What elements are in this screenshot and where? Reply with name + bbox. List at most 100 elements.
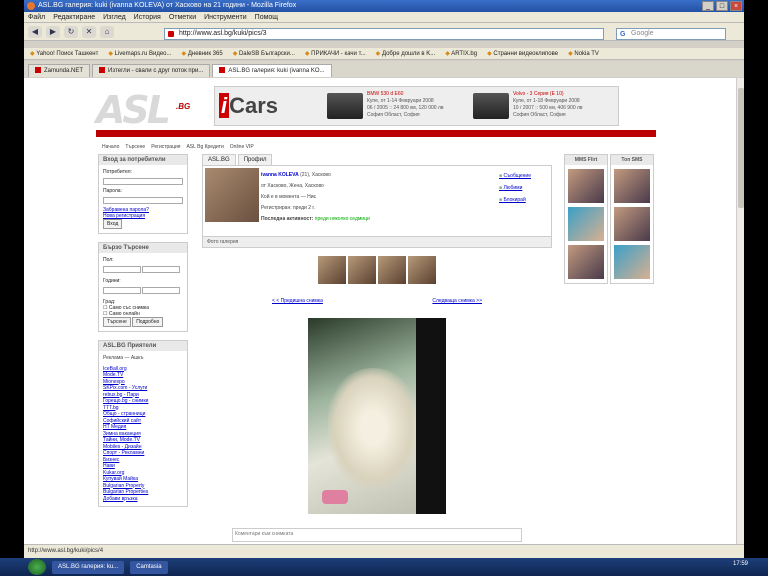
gallery-thumbnail[interactable] [318,256,346,284]
search-input[interactable]: G Google [616,28,726,40]
close-button[interactable]: × [730,1,742,11]
comment-box[interactable]: Коментари към снимката [232,528,522,542]
gender-select[interactable] [103,266,141,273]
firefox-icon [27,2,35,10]
ad-line: 10 / 2007 :: 500 км, 406 900 лв [513,105,583,111]
reload-icon[interactable]: ↻ [64,25,78,38]
bookmark-item[interactable]: Livemaps.ru Видео... [108,48,172,59]
mms-thumbnail[interactable] [568,207,604,241]
minimize-button[interactable]: _ [702,1,714,11]
icars-banner[interactable]: iCars BMW 530 d E60 Купе, от 1-14 Февруа… [214,86,619,126]
taskbar-item[interactable]: Camtasia [130,560,168,574]
tab-strip: Zamunda.NET Изтегли - свали с друг поток… [24,61,744,77]
gallery-thumbnail[interactable] [348,256,376,284]
tab-favicon-icon [219,67,226,74]
status-bar: http://www.asl.bg/kuki/pics/4 [24,544,744,558]
mms-thumbnail[interactable] [568,169,604,203]
back-icon[interactable]: ◀ [28,25,42,38]
menu-edit[interactable]: Редактиране [53,12,95,22]
car-thumbnail[interactable] [327,93,363,119]
nav-link[interactable]: Начало [102,144,119,150]
google-icon: G [620,31,626,38]
profile-age: (21), Хасково [300,172,331,178]
mms-flirt-title: MMS Flirt [565,155,607,165]
menu-bookmarks[interactable]: Отметки [169,12,196,22]
partners-list: Реклама — Ашкъ IceBall.org Mode.TV Mionexp… [99,351,187,506]
tab-zamunda[interactable]: Zamunda.NET [28,64,91,77]
menu-help[interactable]: Помощ [255,12,278,22]
profile-photo[interactable] [205,168,259,222]
gallery-thumbnails [202,256,552,284]
car-thumbnail[interactable] [473,93,509,119]
nav-link[interactable]: ASL Bg Кредити [186,144,223,150]
tab-label: Изтегли - свали с друг поток при... [108,68,204,74]
block-link[interactable]: Блокирай [499,194,531,206]
gallery-thumbnail[interactable] [408,256,436,284]
home-icon[interactable]: ⌂ [100,25,114,38]
right-column: MMS Flirt Топ SMS [564,154,656,284]
bookmark-item[interactable]: Дневник 365 [182,48,223,59]
profile-actions: Съобщение Любими Блокирай [499,170,531,206]
favorite-link[interactable]: Любими [499,182,531,194]
gallery-thumbnail[interactable] [378,256,406,284]
sms-thumbnail[interactable] [613,169,650,203]
next-photo-link[interactable]: Следваща снимка >> [432,298,482,304]
message-link[interactable]: Съобщение [499,170,531,182]
main-photo[interactable] [308,318,446,514]
partner-link[interactable]: Добави връзка [103,496,183,503]
tab-download[interactable]: Изтегли - свали с друг поток при... [92,64,211,77]
forward-icon[interactable]: ▶ [46,25,60,38]
bookmark-item[interactable]: Yahoo! Поиск Ташкент [30,48,98,59]
menu-file[interactable]: Файл [28,12,45,22]
age-to-select[interactable] [142,287,181,294]
nav-link[interactable]: Online VIP [230,144,254,150]
last-active-value: преди няколко седмици [314,216,370,222]
ad-line: София Област, София [367,112,420,118]
tab-asl[interactable]: ASL.BG [202,154,236,165]
login-title: Вход за потребители [99,155,187,165]
menu-history[interactable]: История [134,12,161,22]
page-scrollbar[interactable] [736,78,744,544]
advanced-search-button[interactable]: Подробно [132,317,164,327]
bookmark-item[interactable]: DaleSB Български... [233,48,295,59]
menu-tools[interactable]: Инструменти [204,12,247,22]
profile-card: ivanna KOLEVA (21), Хасково от Хасково, … [202,165,552,237]
user-label: Потребител: [103,169,132,175]
sms-thumbnail[interactable] [613,207,650,241]
mms-thumbnail[interactable] [568,245,604,279]
tab-asl-gallery[interactable]: ASL.BG галерия: kuki (ivanna KO... [212,64,332,77]
username-field[interactable] [103,178,183,185]
url-text: http://www.asl.bg/kuki/pics/3 [179,30,267,37]
password-field[interactable] [103,197,183,204]
bookmark-item[interactable]: Добре дошли в K... [376,48,435,59]
ad-line: Купе, от 1-18 Февруари 2008 [513,98,580,104]
profile-name[interactable]: ivanna KOLEVA [261,172,299,178]
scrollbar-thumb[interactable] [738,88,744,208]
banner-brand-prefix: i [219,93,230,118]
start-button[interactable] [28,559,46,575]
pass-label: Парола: [103,188,122,194]
bookmark-item[interactable]: ПРИКАЧИ - качи т... [305,48,366,59]
prev-photo-link[interactable]: < < Предишна снимка [272,298,323,304]
gender-target-select[interactable] [142,266,181,273]
sms-thumbnail[interactable] [613,245,650,279]
login-button[interactable]: Вход [103,219,123,229]
bookmark-item[interactable]: ARTIX.bg [445,48,477,59]
photo-pager: < < Предишна снимка Следваща снимка >> [202,298,552,304]
search-button[interactable]: Търсене [103,317,131,327]
stop-icon[interactable]: ✕ [82,25,96,38]
tab-favicon-icon [99,67,106,74]
menu-view[interactable]: Изглед [103,12,126,22]
gallery-header: Фото галерия [202,237,552,248]
profile-line: Кой е в момента — Ниє [261,194,317,200]
nav-link[interactable]: Търсене [125,144,145,150]
age-from-select[interactable] [103,287,141,294]
tab-profile[interactable]: Профил [237,154,273,165]
bookmark-item[interactable]: Странни видеоклипове [487,48,558,59]
nav-link[interactable]: Регистрация [151,144,180,150]
url-bar[interactable]: http://www.asl.bg/kuki/pics/3 [164,28,604,40]
partners-banner[interactable]: Реклама — Ашкъ [103,355,183,362]
bookmark-item[interactable]: Nokia TV [568,48,599,59]
taskbar-item[interactable]: ASL.BG галерия: ku... [52,560,125,574]
maximize-button[interactable]: □ [716,1,728,11]
